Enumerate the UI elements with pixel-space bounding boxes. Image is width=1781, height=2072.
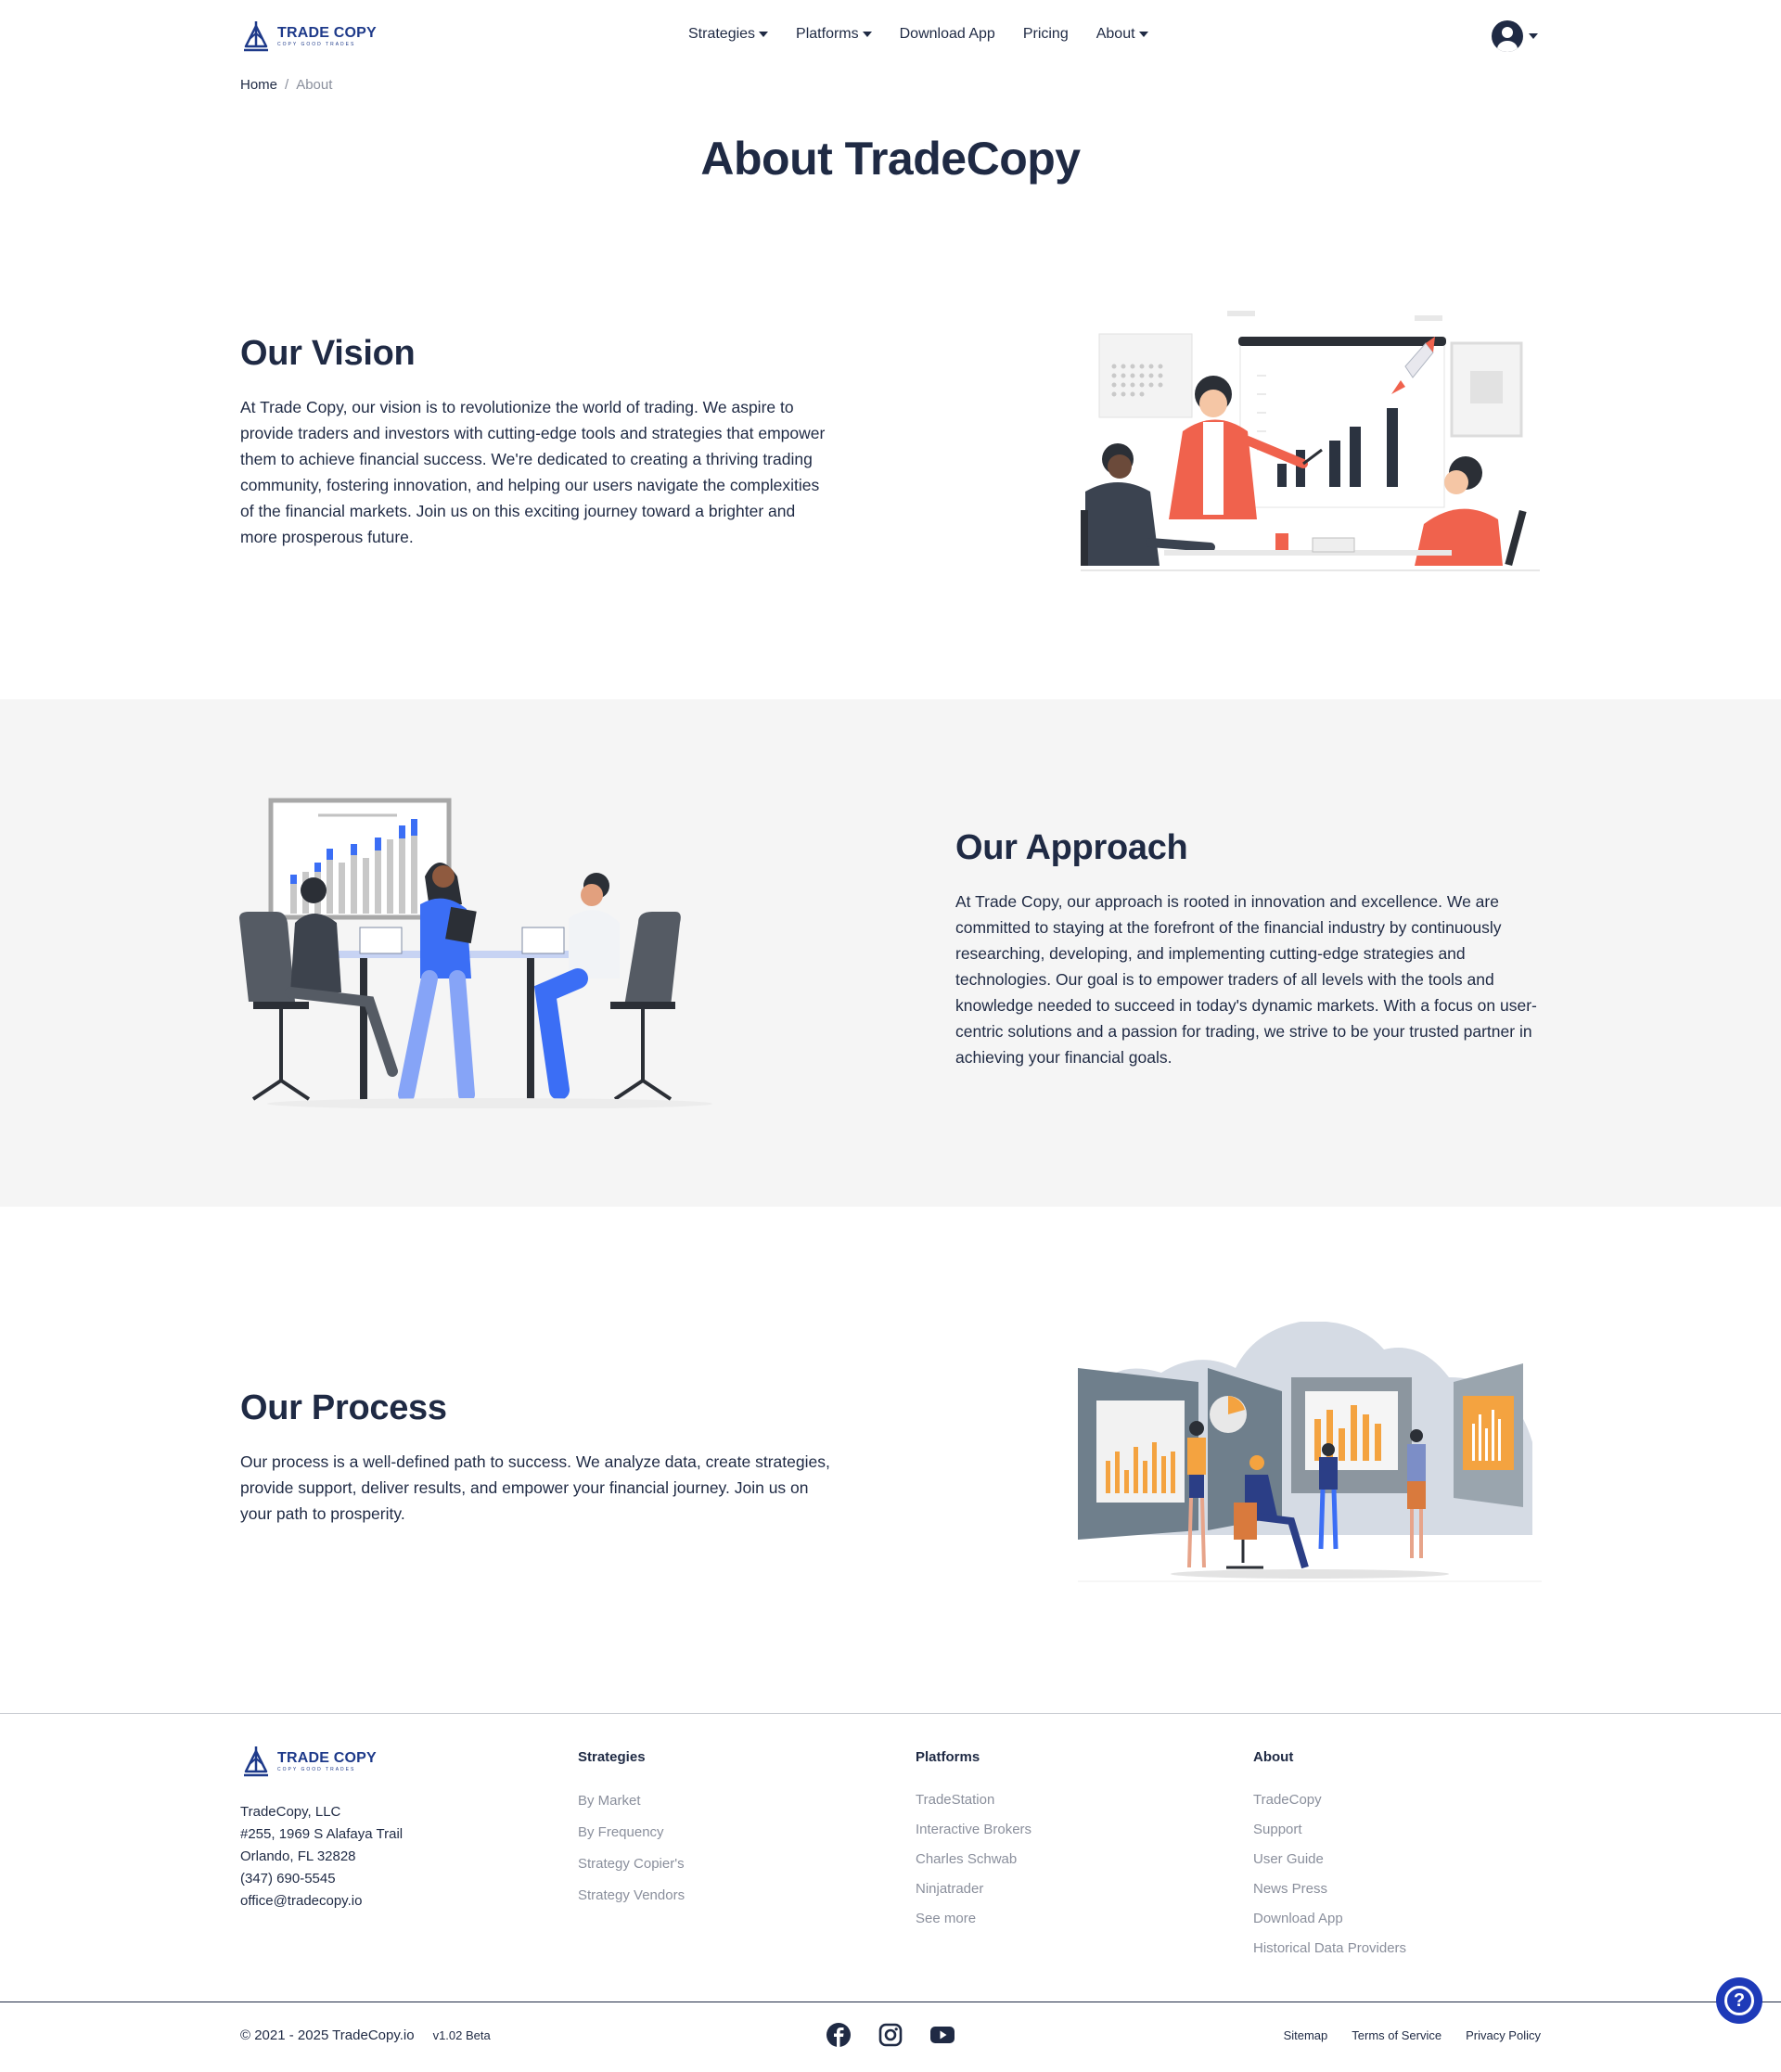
footer-heading-platforms: Platforms [916,1749,980,1765]
instagram-icon[interactable] [878,2022,903,2048]
youtube-icon[interactable] [929,2022,955,2048]
privacy-link[interactable]: Privacy Policy [1466,2028,1541,2042]
vision-text: At Trade Copy, our vision is to revoluti… [240,398,826,546]
question-icon: ? [1724,1986,1754,2015]
company-address: TradeCopy, LLC #255, 1969 S Alafaya Trai… [240,1801,403,1912]
footer-link-news-press[interactable]: News Press [1253,1874,1406,1904]
footer-strategies-column: Strategies By Market By Frequency Strate… [578,1749,685,1912]
copyright-text: © 2021 - 2025 TradeCopy.io [240,2027,415,2043]
vision-illustration [1081,311,1540,571]
logo-mark-icon [244,1746,268,1777]
process-title: Our Process [240,1388,447,1427]
brand-name: TRADE COPY [277,25,377,41]
user-menu-button[interactable] [1492,20,1538,52]
sitemap-link[interactable]: Sitemap [1284,2028,1328,2042]
facebook-icon[interactable] [826,2022,852,2048]
nav-label: Platforms [796,26,859,42]
footer-link-by-frequency[interactable]: By Frequency [578,1817,685,1848]
footer-platforms-column: Platforms TradeStation Interactive Broke… [916,1749,1031,1934]
footer-link-charles-schwab[interactable]: Charles Schwab [916,1845,1031,1874]
version-label: v1.02 Beta [432,2028,491,2042]
brand-name: TRADE COPY [277,1750,377,1766]
address-street: #255, 1969 S Alafaya Trail [240,1826,404,1842]
process-illustration [1078,1322,1542,1582]
help-button[interactable]: ? [1716,1977,1762,2024]
breadcrumb-home[interactable]: Home [240,77,277,93]
footer-link-download-app[interactable]: Download App [1253,1904,1406,1934]
vision-section: Our Vision At Trade Copy, our vision is … [240,334,834,550]
logo-mark-icon [244,21,268,52]
nav-label: Download App [899,26,995,42]
brand-tagline: COPY GOOD TRADES [277,42,356,47]
address-email: office@tradecopy.io [240,1893,363,1909]
caret-down-icon [1529,33,1538,39]
site-header: TRADE COPY COPY GOOD TRADES Strategies P… [0,0,1781,74]
caret-down-icon [862,32,872,37]
address-phone: (347) 690-5545 [240,1871,336,1887]
nav-strategies[interactable]: Strategies [688,26,769,43]
vision-title: Our Vision [240,334,416,373]
approach-text: At Trade Copy, our approach is rooted in… [955,892,1537,1067]
address-city: Orlando, FL 32828 [240,1848,356,1864]
footer-link-strategy-vendors[interactable]: Strategy Vendors [578,1880,685,1912]
nav-label: About [1096,26,1135,42]
approach-section: Our Approach At Trade Copy, our approach… [955,828,1549,1070]
footer-link-by-market[interactable]: By Market [578,1785,685,1817]
process-section: Our Process Our process is a well-define… [240,1388,834,1527]
breadcrumb: Home / About [240,77,332,93]
footer-link-ninjatrader[interactable]: Ninjatrader [916,1874,1031,1904]
footer-link-support[interactable]: Support [1253,1815,1406,1845]
caret-down-icon [1138,32,1148,37]
brand-logo[interactable]: TRADE COPY COPY GOOD TRADES [240,19,377,54]
footer-link-historical-data[interactable]: Historical Data Providers [1253,1934,1406,1963]
footer-heading-strategies: Strategies [578,1749,646,1765]
nav-pricing[interactable]: Pricing [1023,26,1069,43]
footer-divider [0,1713,1781,1714]
user-circle-icon [1492,20,1523,52]
nav-label: Strategies [688,26,756,42]
approach-illustration [239,798,712,1108]
main-nav: Strategies Platforms Download App Pricin… [688,26,1148,43]
copyright: © 2021 - 2025 TradeCopy.io v1.02 Beta [240,2027,491,2043]
footer-link-user-guide[interactable]: User Guide [1253,1845,1406,1874]
nav-platforms[interactable]: Platforms [796,26,872,43]
social-links [826,2022,955,2048]
nav-download-app[interactable]: Download App [900,26,995,43]
page-title: About TradeCopy [700,133,1081,185]
footer-link-tradestation[interactable]: TradeStation [916,1785,1031,1815]
breadcrumb-separator: / [285,77,289,93]
address-company: TradeCopy, LLC [240,1804,341,1820]
nav-about[interactable]: About [1096,26,1148,43]
footer-link-interactive-brokers[interactable]: Interactive Brokers [916,1815,1031,1845]
nav-label: Pricing [1022,26,1069,42]
footer-link-strategy-copiers[interactable]: Strategy Copier's [578,1848,685,1880]
terms-link[interactable]: Terms of Service [1352,2028,1441,2042]
brand-tagline: COPY GOOD TRADES [277,1767,356,1772]
footer-link-see-more[interactable]: See more [916,1904,1031,1934]
footer-logo[interactable]: TRADE COPY COPY GOOD TRADES [240,1744,377,1779]
footer-heading-about: About [1253,1749,1294,1765]
caret-down-icon [759,32,769,37]
approach-title: Our Approach [955,828,1188,867]
footer-about-column: About TradeCopy Support User Guide News … [1253,1749,1406,1963]
footer-link-tradecopy[interactable]: TradeCopy [1253,1785,1406,1815]
process-text: Our process is a well-defined path to su… [240,1452,830,1523]
breadcrumb-current: About [296,77,333,93]
legal-links: Sitemap Terms of Service Privacy Policy [1284,2028,1541,2042]
